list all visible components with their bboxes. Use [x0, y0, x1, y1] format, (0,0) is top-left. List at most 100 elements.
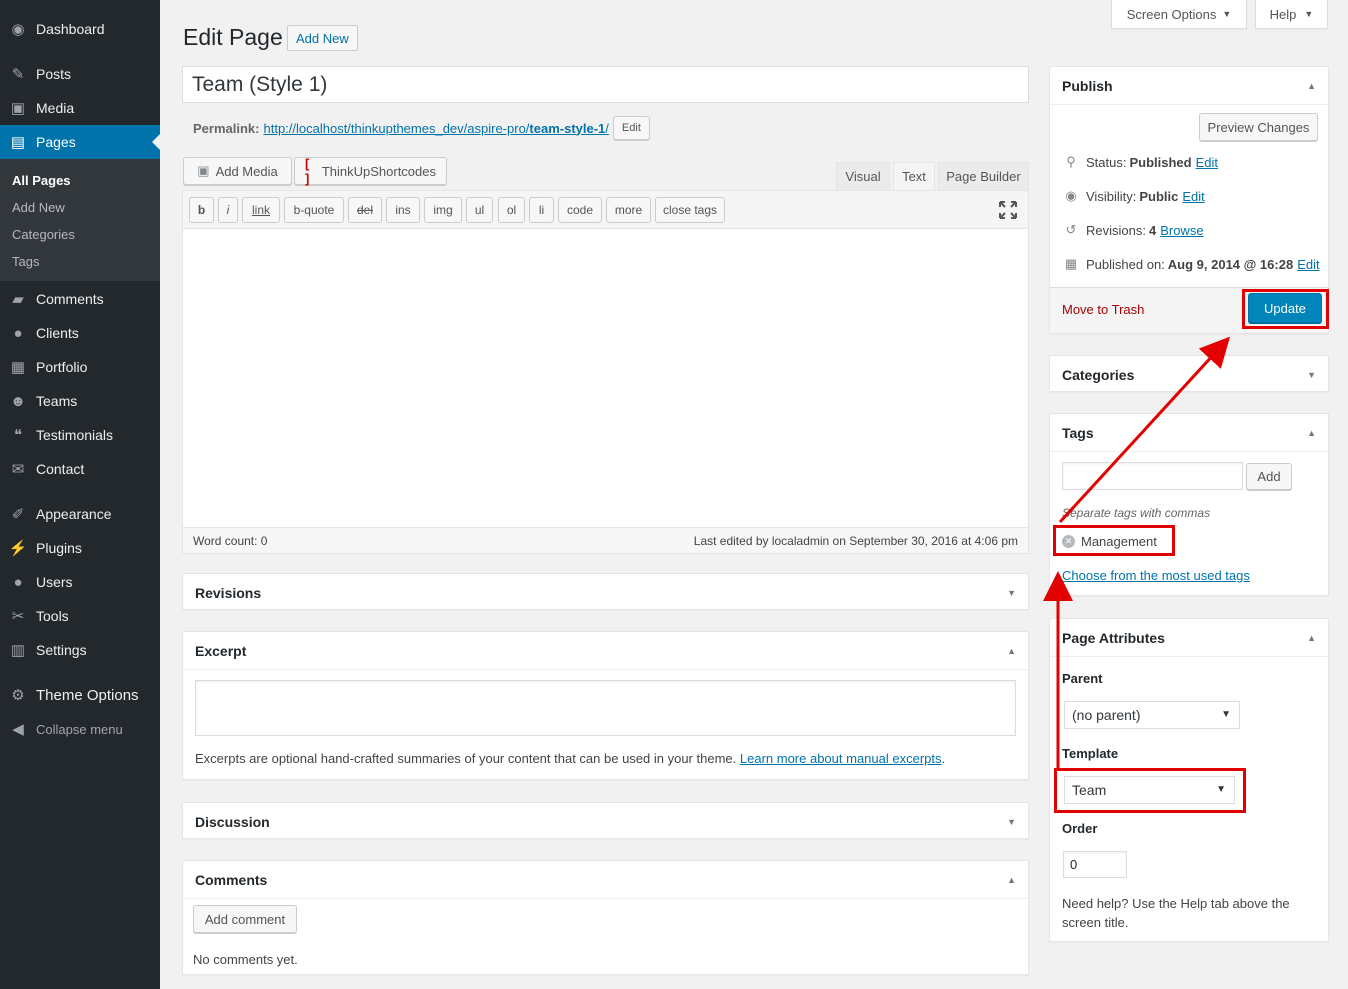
help-button[interactable]: Help ▼ [1255, 0, 1328, 29]
menu-theme-options[interactable]: ⚙ Theme Options [0, 678, 160, 712]
screen-options-button[interactable]: Screen Options ▼ [1111, 0, 1247, 29]
settings-icon: ▥ [10, 642, 26, 659]
qt-italic-button[interactable]: i [218, 197, 238, 223]
quicktags-toolbar: b i link b-quote del ins img ul ol li co… [183, 191, 1028, 229]
discussion-title[interactable]: Discussion [195, 814, 270, 830]
menu-contact[interactable]: ✉ Contact [0, 452, 160, 486]
categories-title[interactable]: Categories [1062, 367, 1134, 383]
post-title-input[interactable]: Team (Style 1) [182, 66, 1029, 103]
menu-teams[interactable]: ☻ Teams [0, 384, 160, 418]
menu-clients[interactable]: ● Clients [0, 316, 160, 350]
add-tag-button[interactable]: Add [1246, 463, 1292, 490]
comments-title[interactable]: Comments [195, 872, 267, 888]
backup-icon: ↺ [1065, 222, 1077, 237]
collapse-menu[interactable]: ◀ Collapse menu [0, 712, 160, 746]
order-input[interactable]: 0 [1063, 851, 1127, 878]
qt-bquote-button[interactable]: b-quote [284, 197, 344, 223]
highlight-template [1054, 768, 1246, 813]
toggle-down-icon[interactable]: ▼ [1007, 588, 1016, 598]
qt-ins-button[interactable]: ins [386, 197, 420, 223]
menu-settings[interactable]: ▥ Settings [0, 633, 160, 667]
excerpt-title[interactable]: Excerpt [195, 643, 246, 659]
qt-code-button[interactable]: code [558, 197, 602, 223]
menu-tools[interactable]: ✂ Tools [0, 599, 160, 633]
revisions-title[interactable]: Revisions [195, 585, 261, 601]
paintbrush-icon: ✐ [11, 506, 25, 523]
qt-li-button[interactable]: li [529, 197, 554, 223]
visibility-edit-link[interactable]: Edit [1182, 189, 1204, 204]
fullscreen-icon[interactable] [999, 201, 1017, 219]
tab-page-builder[interactable]: Page Builder [938, 162, 1029, 191]
content-textarea[interactable] [183, 229, 1028, 527]
menu-appearance[interactable]: ✐ Appearance [0, 497, 160, 531]
revisions-browse-link[interactable]: Browse [1160, 223, 1203, 238]
qt-close-tags-button[interactable]: close tags [655, 197, 725, 223]
menu-users[interactable]: ● Users [0, 565, 160, 599]
media-icon: ▣ [10, 100, 26, 117]
parent-label: Parent [1062, 671, 1103, 686]
choose-tags-link[interactable]: Choose from the most used tags [1062, 568, 1250, 583]
submenu-add-new[interactable]: Add New [12, 200, 65, 215]
add-comment-button[interactable]: Add comment [193, 905, 297, 933]
parent-select[interactable]: (no parent) ▼ [1064, 701, 1240, 729]
toggle-up-icon[interactable]: ▲ [1307, 81, 1316, 91]
toggle-up-icon[interactable]: ▲ [1007, 646, 1016, 656]
menu-posts[interactable]: ✎ Posts [0, 57, 160, 91]
tags-box: Tags ▲ Add Separate tags with commas ✕ M… [1049, 413, 1329, 596]
toggle-up-icon[interactable]: ▲ [1307, 633, 1316, 643]
shortcodes-button[interactable]: [ ] ThinkUpShortcodes [294, 156, 447, 186]
groups-icon: ☻ [10, 392, 26, 410]
excerpt-box: Excerpt ▲ Excerpts are optional hand-cra… [182, 631, 1029, 780]
toggle-down-icon[interactable]: ▼ [1307, 370, 1316, 380]
caret-down-icon: ▼ [1222, 9, 1232, 19]
qt-ul-button[interactable]: ul [466, 197, 493, 223]
preview-changes-button[interactable]: Preview Changes [1199, 113, 1318, 141]
add-new-page-button[interactable]: Add New [287, 25, 358, 51]
revisions-box: Revisions ▼ [182, 573, 1029, 610]
comments-box: Comments ▲ Add comment No comments yet. [182, 860, 1029, 975]
qt-img-button[interactable]: img [424, 197, 462, 223]
editor-container: b i link b-quote del ins img ul ol li co… [182, 190, 1029, 554]
date-edit-link[interactable]: Edit [1297, 257, 1319, 272]
submenu-categories[interactable]: Categories [12, 227, 75, 242]
no-comments-text: No comments yet. [193, 952, 298, 967]
page-attributes-title[interactable]: Page Attributes [1062, 630, 1165, 646]
add-media-button[interactable]: ▣ Add Media [183, 157, 292, 185]
template-label: Template [1062, 746, 1119, 761]
menu-media[interactable]: ▣ Media [0, 91, 160, 125]
menu-pages[interactable]: ▤ Pages [0, 125, 160, 159]
status-edit-link[interactable]: Edit [1196, 155, 1218, 170]
publish-status: ⚲ Status: Published Edit [1062, 154, 1218, 170]
qt-more-button[interactable]: more [606, 197, 651, 223]
tab-text[interactable]: Text [893, 162, 935, 191]
menu-plugins[interactable]: ⚡ Plugins [0, 531, 160, 565]
submenu-tags[interactable]: Tags [12, 254, 39, 269]
users-icon: ● [13, 573, 23, 591]
email-icon: ✉ [11, 461, 25, 478]
menu-testimonials[interactable]: ❝ Testimonials [0, 418, 160, 452]
tags-title[interactable]: Tags [1062, 425, 1094, 441]
excerpt-learn-more-link[interactable]: Learn more about manual excerpts [740, 751, 942, 766]
tab-visual[interactable]: Visual [836, 162, 890, 191]
menu-portfolio[interactable]: ▦ Portfolio [0, 350, 160, 384]
menu-dashboard[interactable]: ◉ Dashboard [0, 12, 160, 46]
publish-date: ▦ Published on: Aug 9, 2014 @ 16:28 Edit [1062, 256, 1320, 272]
menu-comments[interactable]: ▰ Comments [0, 282, 160, 316]
qt-bold-button[interactable]: b [189, 197, 214, 223]
submenu-all-pages[interactable]: All Pages [12, 173, 71, 188]
excerpt-textarea[interactable] [195, 680, 1016, 736]
publish-title[interactable]: Publish [1062, 78, 1113, 94]
excerpt-help: Excerpts are optional hand-crafted summa… [195, 751, 946, 766]
move-to-trash-link[interactable]: Move to Trash [1062, 302, 1144, 317]
new-tag-input[interactable] [1062, 462, 1243, 490]
qt-del-button[interactable]: del [348, 197, 382, 223]
eye-icon: ◉ [1065, 188, 1077, 203]
qt-link-button[interactable]: link [242, 197, 280, 223]
permalink-edit-button[interactable]: Edit [612, 116, 650, 140]
editor-status-bar: Word count: 0 Last edited by localadmin … [183, 527, 1028, 553]
qt-ol-button[interactable]: ol [498, 197, 525, 223]
toggle-up-icon[interactable]: ▲ [1307, 428, 1316, 438]
toggle-up-icon[interactable]: ▲ [1007, 875, 1016, 885]
toggle-down-icon[interactable]: ▼ [1007, 817, 1016, 827]
permalink-link[interactable]: http://localhost/thinkupthemes_dev/aspir… [263, 121, 608, 136]
